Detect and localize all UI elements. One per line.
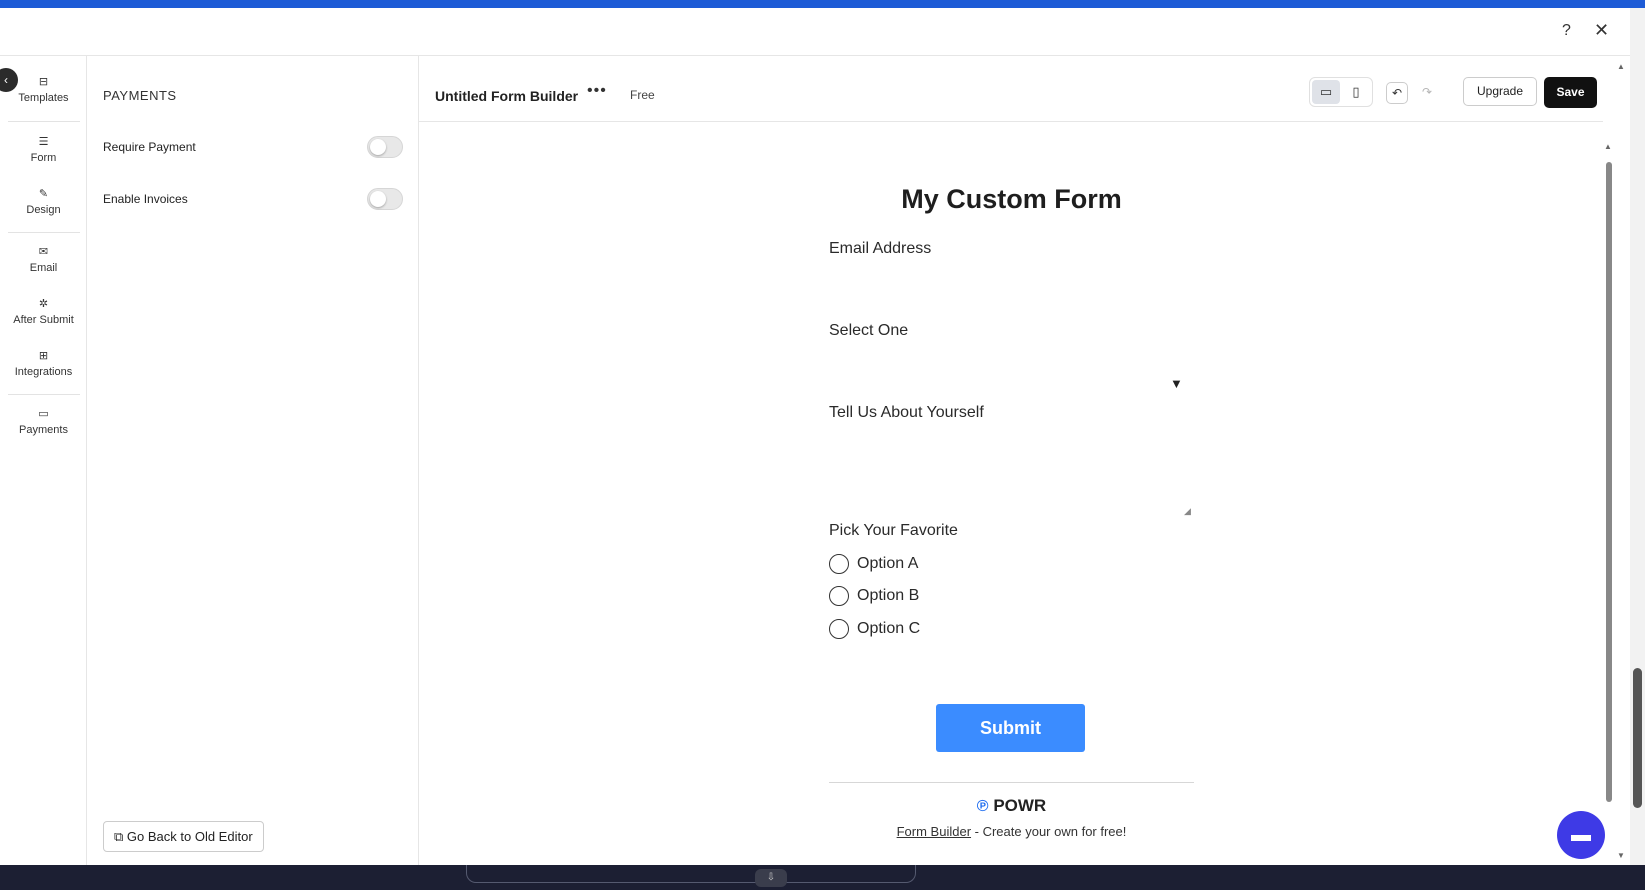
nav-item-email[interactable]: ✉ Email: [0, 244, 87, 274]
modal-scrollbar[interactable]: ▲ ▼: [1615, 56, 1627, 865]
plan-badge: Free: [630, 88, 655, 102]
radio-circle[interactable]: [829, 554, 849, 574]
editor-toolbar: Untitled Form Builder ••• Free ▭ ▯ ↶ ↷ U…: [419, 56, 1603, 122]
nav-divider: [8, 121, 80, 122]
toggle-knob: [370, 139, 386, 155]
panel-title: PAYMENTS: [103, 88, 177, 103]
browser-top-bar: [0, 0, 1645, 8]
form-icon: ☰: [38, 136, 49, 148]
preview-scrollbar[interactable]: ▲: [1603, 142, 1615, 842]
page-scrollbar[interactable]: [1630, 8, 1645, 865]
select-label: Select One: [829, 322, 909, 339]
select-one-dropdown[interactable]: [829, 348, 1194, 388]
require-payment-toggle[interactable]: [367, 136, 403, 158]
radio-circle[interactable]: [829, 619, 849, 639]
card-icon: ▭: [38, 408, 49, 420]
nav-item-form[interactable]: ☰ Form: [0, 134, 87, 164]
powr-logo-icon: ℗: [976, 798, 989, 815]
nav-divider: [8, 232, 80, 233]
brush-icon: ✎: [38, 188, 49, 200]
old-editor-label: Go Back to Old Editor: [126, 829, 253, 844]
mail-icon: ✉: [38, 246, 49, 258]
device-toggle: ▭ ▯: [1309, 77, 1373, 107]
form-title: My Custom Form: [901, 184, 1122, 214]
nav-label: After Submit: [13, 314, 74, 326]
require-payment-row: Require Payment: [103, 136, 403, 160]
submit-button[interactable]: Submit: [936, 704, 1085, 752]
page-bottom-background: ⇩: [0, 865, 1645, 890]
download-icon[interactable]: ⇩: [755, 869, 787, 887]
undo-icon[interactable]: ↶: [1386, 82, 1408, 104]
enable-invoices-toggle[interactable]: [367, 188, 403, 210]
desktop-icon[interactable]: ▭: [1312, 80, 1340, 104]
redo-icon[interactable]: ↷: [1416, 82, 1438, 104]
radio-label: Option A: [857, 555, 919, 572]
footer-line: Form Builder - Create your own for free!: [829, 824, 1194, 839]
about-textarea[interactable]: [829, 430, 1194, 516]
close-icon[interactable]: ✕: [1594, 20, 1609, 41]
mobile-icon[interactable]: ▯: [1342, 80, 1370, 104]
brand-name: POWR: [993, 796, 1047, 815]
nav-divider: [8, 394, 80, 395]
radio-label: Option C: [857, 620, 921, 637]
dropdown-arrow-icon: ▼: [1170, 376, 1183, 391]
email-label: Email Address: [829, 240, 932, 257]
enable-invoices-row: Enable Invoices: [103, 188, 403, 212]
modal-header: ? ✕: [0, 8, 1630, 56]
integrations-icon: ⊞: [38, 350, 49, 362]
nav-label: Integrations: [14, 366, 73, 378]
cursor-click-icon: ✲: [38, 298, 49, 310]
settings-panel: PAYMENTS Require Payment Enable Invoices…: [87, 56, 419, 865]
nav-label: Form: [30, 152, 57, 164]
setting-label: Enable Invoices: [103, 192, 188, 206]
nav-label: Email: [29, 262, 58, 274]
nav-item-payments[interactable]: ▭ Payments: [0, 406, 87, 436]
editor-modal: ? ✕ ‹ ⊟ Templates ☰ Form ✎ Design ✉ Emai…: [0, 8, 1630, 865]
chat-bubble-icon[interactable]: ▬: [1557, 811, 1605, 859]
form-preview: My Custom Form Email Address Select One …: [419, 122, 1612, 865]
scroll-up-icon[interactable]: ▲: [1617, 62, 1625, 71]
favorite-label: Pick Your Favorite: [829, 522, 958, 539]
email-field[interactable]: [829, 266, 1194, 306]
footer-divider: [829, 782, 1194, 783]
powr-logo: ℗ POWR: [829, 796, 1194, 816]
form-builder-link[interactable]: Form Builder: [897, 824, 971, 839]
form-name[interactable]: Untitled Form Builder: [435, 88, 578, 104]
scrollbar-thumb[interactable]: [1606, 162, 1612, 802]
nav-label: Templates: [18, 92, 69, 104]
more-options-icon[interactable]: •••: [587, 82, 607, 100]
radio-label: Option B: [857, 587, 920, 604]
resize-grip-icon[interactable]: ◢: [1184, 506, 1191, 517]
scroll-down-icon[interactable]: ▼: [1617, 851, 1625, 860]
radio-circle[interactable]: [829, 586, 849, 606]
save-button[interactable]: Save: [1544, 77, 1597, 108]
nav-label: Design: [26, 204, 61, 216]
external-link-icon: ⧉: [114, 829, 124, 844]
nav-item-design[interactable]: ✎ Design: [0, 186, 87, 216]
scroll-up-icon[interactable]: ▲: [1604, 142, 1612, 151]
go-back-old-editor-button[interactable]: ⧉ Go Back to Old Editor: [103, 821, 264, 852]
footer-text: - Create your own for free!: [971, 824, 1127, 839]
help-icon[interactable]: ?: [1562, 22, 1571, 40]
setting-label: Require Payment: [103, 140, 196, 154]
about-label: Tell Us About Yourself: [829, 404, 984, 421]
toggle-knob: [370, 191, 386, 207]
background-panel: [466, 865, 916, 883]
upgrade-button[interactable]: Upgrade: [1463, 77, 1537, 106]
nav-label: Payments: [19, 424, 68, 436]
left-nav: ⊟ Templates ☰ Form ✎ Design ✉ Email ✲ Af…: [0, 56, 87, 865]
nav-item-integrations[interactable]: ⊞ Integrations: [0, 348, 87, 378]
nav-item-after-submit[interactable]: ✲ After Submit: [0, 296, 87, 326]
page-scrollbar-thumb[interactable]: [1633, 668, 1642, 808]
